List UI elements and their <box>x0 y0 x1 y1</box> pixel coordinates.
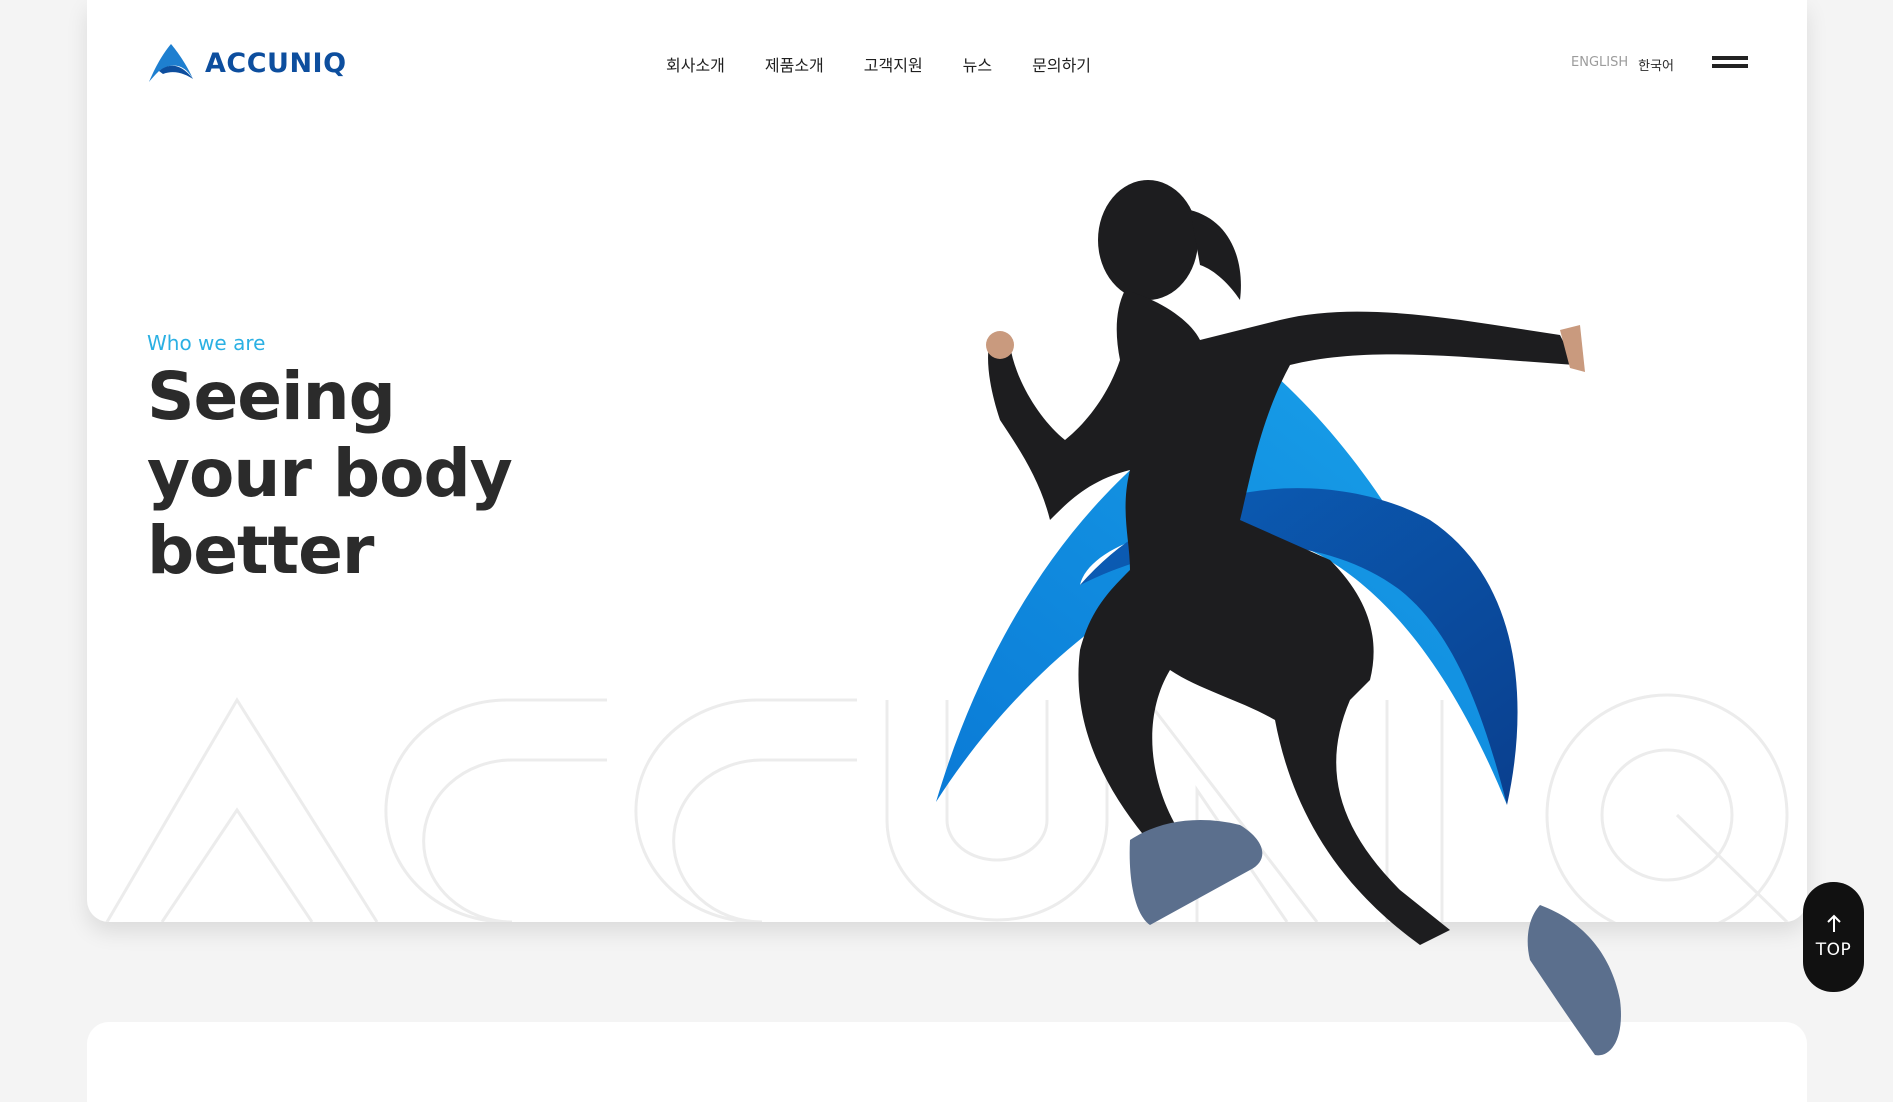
hamburger-icon[interactable] <box>1712 56 1748 70</box>
language-switcher: ENGLISH 한국어 <box>1571 55 1674 74</box>
hero-headline: Seeing your body better <box>147 358 513 589</box>
hero-headline-line-1: Seeing <box>147 358 396 435</box>
nav-item-products[interactable]: 제품소개 <box>765 52 824 76</box>
language-korean-link[interactable]: 한국어 <box>1638 55 1674 74</box>
nav-item-support[interactable]: 고객지원 <box>864 52 923 76</box>
hero-tagline: Who we are <box>147 331 266 355</box>
hero-section: ACCUNIQ 회사소개 제품소개 고객지원 뉴스 문의하기 ENGLISH 한… <box>87 0 1807 922</box>
scroll-to-top-label: TOP <box>1815 940 1852 960</box>
hero-headline-line-2: your body <box>147 435 513 512</box>
next-section-card <box>87 1022 1807 1102</box>
nav-item-contact[interactable]: 문의하기 <box>1032 52 1091 76</box>
arrow-up-icon <box>1826 914 1841 932</box>
main-navigation: 회사소개 제품소개 고객지원 뉴스 문의하기 <box>666 52 1091 76</box>
hero-headline-line-3: better <box>147 512 374 589</box>
brand-name: ACCUNIQ <box>205 47 347 79</box>
language-english-link[interactable]: ENGLISH <box>1571 55 1628 74</box>
brand-logo[interactable]: ACCUNIQ <box>147 43 347 83</box>
nav-item-company[interactable]: 회사소개 <box>666 52 725 76</box>
nav-item-news[interactable]: 뉴스 <box>963 52 992 76</box>
accuniq-a-logo-icon <box>149 44 193 82</box>
scroll-to-top-button[interactable]: TOP <box>1803 882 1864 992</box>
